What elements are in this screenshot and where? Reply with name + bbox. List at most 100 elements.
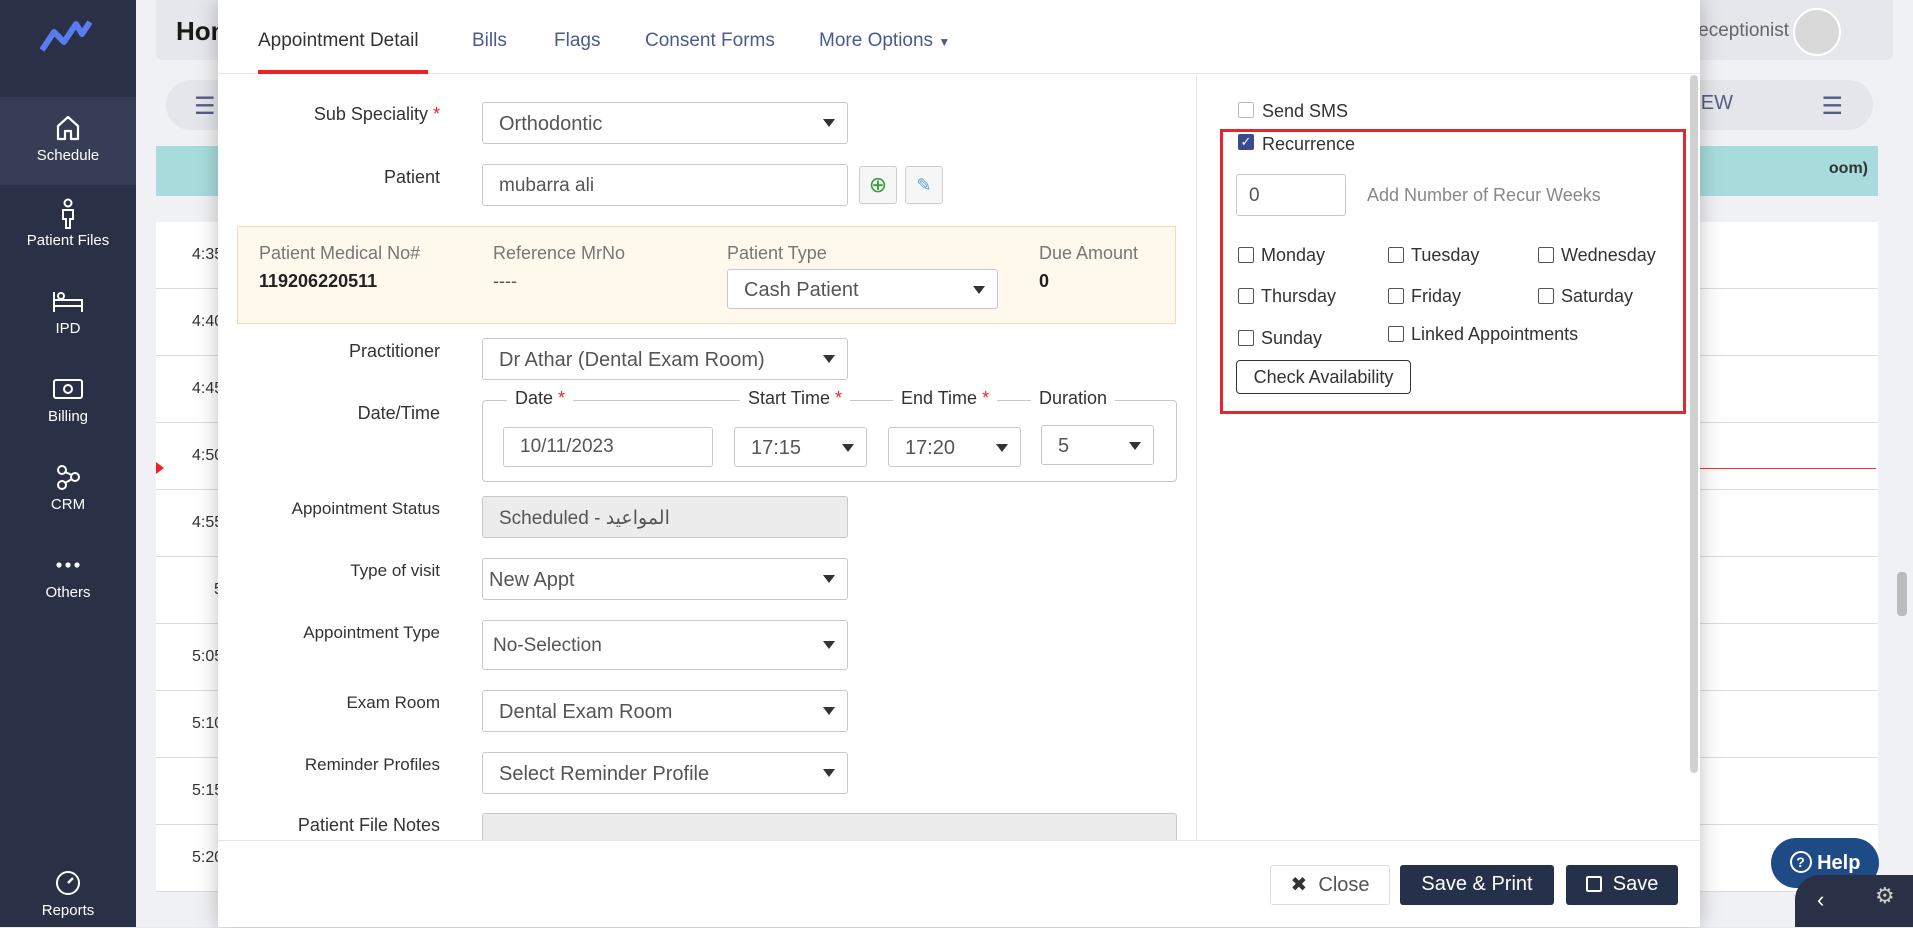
sunday-label: Sunday xyxy=(1261,328,1323,348)
select-value: Select Reminder Profile xyxy=(499,763,710,785)
type-of-visit-select[interactable]: New Appt xyxy=(482,558,848,600)
patient-file-notes-label: Patient File Notes xyxy=(297,815,440,835)
button-label: Save xyxy=(1612,873,1659,895)
end-time-select[interactable]: 17:20 xyxy=(888,427,1021,467)
select-value: 17:15 xyxy=(751,437,802,459)
linked-appointments-label: Linked Appointments xyxy=(1411,324,1579,344)
sidebar: Schedule Patient Files IPD Billing CRM O… xyxy=(0,0,136,927)
select-value: Dental Exam Room xyxy=(499,701,673,723)
sidebar-item-patient-files[interactable]: Patient Files xyxy=(0,198,136,278)
caret-down-icon xyxy=(973,286,985,294)
tuesday-label: Tuesday xyxy=(1411,245,1480,265)
mrn-value: 119206220511 xyxy=(259,271,378,291)
caret-down-icon xyxy=(1129,442,1141,450)
sidebar-item-label: CRM xyxy=(50,496,86,513)
close-button[interactable]: ✖ Close xyxy=(1270,865,1390,905)
recurrence-label: Recurrence xyxy=(1262,134,1356,154)
patient-input[interactable]: mubarra ali xyxy=(482,164,848,206)
sidebar-item-reports[interactable]: Reports xyxy=(0,868,136,928)
date-input[interactable]: 10/11/2023 xyxy=(503,427,713,467)
caret-down-icon xyxy=(823,641,835,649)
sunday-checkbox[interactable] xyxy=(1238,330,1254,346)
add-patient-icon[interactable]: ⊕ xyxy=(859,166,897,204)
monday-checkbox[interactable] xyxy=(1238,247,1254,263)
sidebar-item-others[interactable]: Others xyxy=(0,550,136,630)
patient-label: Patient xyxy=(383,167,440,187)
list-icon[interactable]: ☰ xyxy=(194,92,216,121)
duration-select[interactable]: 5 xyxy=(1041,425,1154,465)
check-availability-button[interactable]: Check Availability xyxy=(1236,360,1411,394)
avatar[interactable] xyxy=(1793,8,1841,56)
panel-scrollbar[interactable] xyxy=(1690,75,1698,773)
edit-patient-icon[interactable]: ✎ xyxy=(905,166,943,204)
tab-more-options[interactable]: More Options ▼ xyxy=(819,30,950,52)
caret-down-icon: ▼ xyxy=(938,35,951,49)
tab-bills[interactable]: Bills xyxy=(472,30,507,52)
practitioner-label: Practitioner xyxy=(348,341,440,361)
caret-down-icon xyxy=(842,444,854,452)
required-marker: * xyxy=(558,388,566,408)
caret-down-icon xyxy=(823,575,835,583)
label-text: Date xyxy=(515,388,554,408)
select-value: Cash Patient xyxy=(744,279,859,301)
select-value: Dr Athar (Dental Exam Room) xyxy=(499,349,765,371)
dots-icon xyxy=(0,550,136,580)
start-time-select[interactable]: 17:15 xyxy=(734,427,867,467)
sidebar-item-ipd[interactable]: IPD xyxy=(0,286,136,366)
select-value: No-Selection xyxy=(493,635,602,656)
tuesday-checkbox[interactable] xyxy=(1388,247,1404,263)
sidebar-item-label: IPD xyxy=(55,320,81,337)
tab-flags[interactable]: Flags xyxy=(554,30,600,52)
chevron-left-icon[interactable]: ‹ xyxy=(1817,887,1824,913)
home-icon xyxy=(0,113,136,143)
sidebar-item-label: Others xyxy=(45,584,91,601)
sidebar-item-crm[interactable]: CRM xyxy=(0,462,136,542)
user-role: Receptionist xyxy=(1684,20,1789,41)
appointment-status-label: Appointment Status xyxy=(291,499,440,518)
datetime-label: Date/Time xyxy=(357,403,440,423)
patient-type-select[interactable]: Cash Patient xyxy=(727,269,998,309)
scrollbar[interactable] xyxy=(1897,572,1907,616)
due-amount-value: 0 xyxy=(1039,271,1050,291)
exam-room-select[interactable]: Dental Exam Room xyxy=(482,690,848,732)
reminder-profile-select[interactable]: Select Reminder Profile xyxy=(482,752,848,794)
current-time-line xyxy=(1686,468,1876,469)
save-button[interactable]: Save xyxy=(1566,865,1678,905)
patient-file-notes-field[interactable] xyxy=(482,813,1177,840)
appointment-type-label: Appointment Type xyxy=(303,623,440,642)
bed-icon xyxy=(0,286,136,316)
linked-appointments-checkbox[interactable] xyxy=(1388,326,1404,342)
sub-speciality-select[interactable]: Orthodontic xyxy=(482,102,848,144)
tab-label: More Options xyxy=(819,30,934,51)
ref-mrno-label: Reference MrNo xyxy=(493,243,626,263)
logo-icon[interactable] xyxy=(39,18,93,59)
sidebar-item-schedule[interactable]: Schedule xyxy=(0,97,136,185)
friday-checkbox[interactable] xyxy=(1388,288,1404,304)
duration-label: Duration xyxy=(1031,388,1116,409)
recurrence-checkbox[interactable]: ✓ xyxy=(1238,134,1254,150)
recurrence-panel: Send SMS ✓ Recurrence 0 Add Number of Re… xyxy=(1197,75,1700,840)
saturday-checkbox[interactable] xyxy=(1538,288,1554,304)
gear-icon[interactable]: ⚙ xyxy=(1875,883,1895,909)
caret-down-icon xyxy=(823,707,835,715)
caret-down-icon xyxy=(823,355,835,363)
appointment-type-select[interactable]: No-Selection xyxy=(482,620,848,670)
thursday-checkbox[interactable] xyxy=(1238,288,1254,304)
network-icon xyxy=(0,462,136,492)
appointment-modal: Appointment Detail Bills Flags Consent F… xyxy=(218,0,1700,927)
recur-weeks-input[interactable]: 0 xyxy=(1236,174,1346,216)
sidebar-item-label: Reports xyxy=(41,902,95,919)
current-time-marker xyxy=(156,462,164,474)
tab-appointment-detail[interactable]: Appointment Detail xyxy=(258,30,419,52)
money-icon xyxy=(0,374,136,404)
sidebar-item-label: Patient Files xyxy=(26,232,110,249)
caret-down-icon xyxy=(823,119,835,127)
practitioner-select[interactable]: Dr Athar (Dental Exam Room) xyxy=(482,338,848,380)
send-sms-checkbox[interactable] xyxy=(1238,102,1254,118)
wednesday-checkbox[interactable] xyxy=(1538,247,1554,263)
tab-consent-forms[interactable]: Consent Forms xyxy=(645,30,775,52)
sidebar-item-billing[interactable]: Billing xyxy=(0,374,136,454)
save-print-button[interactable]: Save & Print xyxy=(1400,865,1554,905)
menu-icon[interactable]: ☰ xyxy=(1821,92,1843,121)
date-label: Date * xyxy=(507,388,574,409)
